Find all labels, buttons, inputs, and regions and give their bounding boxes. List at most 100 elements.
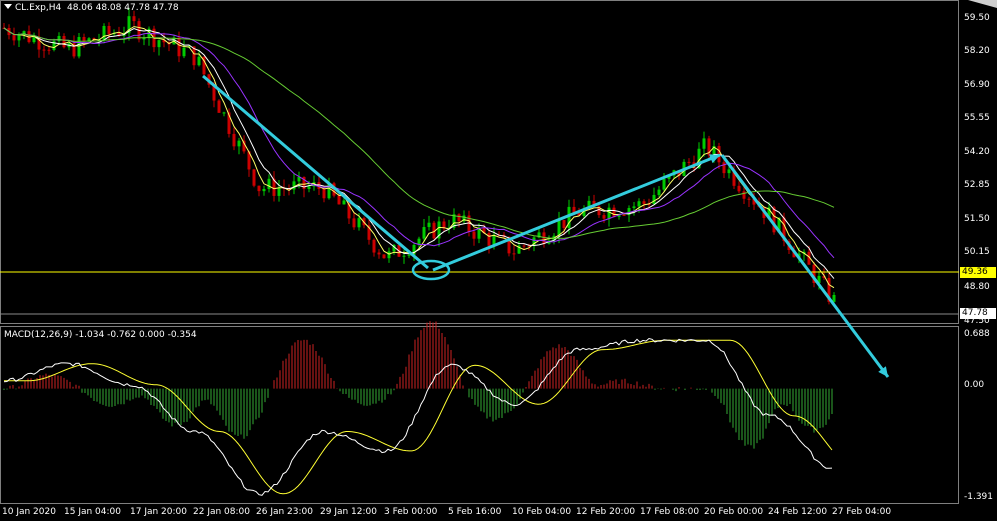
candle-body <box>377 252 381 255</box>
price-tick: 55.55 <box>964 113 990 123</box>
indicator-pane-frame <box>0 326 959 504</box>
candle-body <box>427 222 431 228</box>
candle-body <box>17 34 21 41</box>
time-tick: 5 Feb 16:00 <box>448 507 502 517</box>
candle-body <box>352 218 356 228</box>
candle-body <box>237 140 241 147</box>
candle-body <box>132 16 136 22</box>
candle-body <box>457 214 461 222</box>
candle-body <box>512 253 516 255</box>
time-tick: 15 Jan 04:00 <box>64 507 121 517</box>
candle-body <box>642 201 646 204</box>
candle-body <box>487 233 491 246</box>
indicator-tick: 0.00 <box>964 380 985 390</box>
time-tick: 3 Feb 00:00 <box>384 507 438 517</box>
candle-body <box>197 56 201 66</box>
chart-corner-icon[interactable] <box>968 0 997 8</box>
candle-body <box>222 112 226 114</box>
candle-body <box>747 198 751 200</box>
price-tick: 58.20 <box>964 46 990 56</box>
candle-body <box>737 185 741 192</box>
candle-body <box>157 40 161 48</box>
instrument-label: CL.Exp,H4 <box>15 3 62 13</box>
candle-body <box>702 138 706 149</box>
candle-body <box>687 161 691 163</box>
time-tick: 17 Feb 08:00 <box>640 507 700 517</box>
time-tick: 17 Jan 20:00 <box>130 507 187 517</box>
candle-body <box>232 133 236 147</box>
macd-label: MACD(12,26,9) -1.034 -0.762 0.000 -0.354 <box>4 330 197 340</box>
ohlc-readout: 48.06 48.08 47.78 47.78 <box>66 3 179 13</box>
candle-body <box>472 231 476 239</box>
candle-body <box>217 100 221 113</box>
candle-body <box>607 207 611 219</box>
time-tick: 27 Feb 04:00 <box>832 507 892 517</box>
candle-body <box>177 37 181 57</box>
price-tick: 56.90 <box>964 80 990 90</box>
candle-body <box>322 188 326 199</box>
reference-price-badge: 49.36 <box>960 267 996 278</box>
candle-body <box>372 239 376 253</box>
candle-body <box>772 207 776 233</box>
candle-body <box>107 25 111 35</box>
candle-body <box>47 49 51 51</box>
time-tick: 10 Jan 2020 <box>2 507 56 517</box>
candle-body <box>57 35 61 42</box>
candle-body <box>832 294 836 302</box>
candle-body <box>387 251 391 259</box>
current-price-badge: 47.78 <box>960 308 996 319</box>
time-tick: 10 Feb 04:00 <box>512 507 572 517</box>
downtrend-line <box>202 74 429 270</box>
candle-body <box>382 254 386 259</box>
candle-body <box>262 188 266 192</box>
price-chart[interactable] <box>0 0 997 521</box>
candle-body <box>12 35 16 41</box>
candle-body <box>622 215 626 217</box>
indicator-tick: -1.391 <box>964 492 994 502</box>
time-tick: 12 Feb 20:00 <box>576 507 636 517</box>
candle-body <box>562 220 566 228</box>
candle-body <box>637 201 641 207</box>
candle-body <box>407 254 411 256</box>
candle-body <box>182 47 186 57</box>
candle-body <box>522 245 526 247</box>
candle-body <box>62 35 66 48</box>
price-tick: 48.80 <box>964 282 990 292</box>
time-tick: 20 Feb 00:00 <box>704 507 764 517</box>
downtrend-arrow <box>720 154 890 378</box>
time-tick: 29 Jan 12:00 <box>320 507 377 517</box>
candle-body <box>657 189 661 195</box>
ma-long-line <box>3 27 835 239</box>
price-tick: 52.85 <box>964 180 990 190</box>
symbol-menu-icon[interactable] <box>4 4 12 9</box>
price-tick: 51.50 <box>964 214 990 224</box>
candle-body <box>742 191 746 199</box>
candle-body <box>652 194 656 204</box>
candle-body <box>337 195 341 205</box>
bottom-highlight-ellipse <box>411 259 451 281</box>
time-tick: 24 Feb 12:00 <box>768 507 828 517</box>
candle-body <box>307 186 311 189</box>
chart-window[interactable]: CL.Exp,H4 48.06 48.08 47.78 47.78 MACD(1… <box>0 0 997 521</box>
candle-body <box>252 169 256 186</box>
price-tick: 50.15 <box>964 247 990 257</box>
chart-header: CL.Exp,H4 48.06 48.08 47.78 47.78 <box>4 3 179 13</box>
indicator-tick: 0.688 <box>964 329 990 339</box>
candle-body <box>267 178 271 189</box>
candle-body <box>357 218 361 228</box>
candle-body <box>82 36 86 42</box>
candle-body <box>612 207 616 217</box>
time-tick: 22 Jan 08:00 <box>193 507 250 517</box>
candle-body <box>292 181 296 190</box>
candle-body <box>42 49 46 51</box>
candle-body <box>557 220 561 236</box>
candle-body <box>722 162 726 174</box>
uptrend-arrow <box>432 153 721 272</box>
time-tick: 26 Jan 23:00 <box>256 507 313 517</box>
candle-body <box>602 215 606 219</box>
candle-body <box>422 227 426 239</box>
price-tick: 54.20 <box>964 147 990 157</box>
candle-body <box>257 185 261 192</box>
price-tick: 59.50 <box>964 13 990 23</box>
candle-body <box>277 187 281 196</box>
